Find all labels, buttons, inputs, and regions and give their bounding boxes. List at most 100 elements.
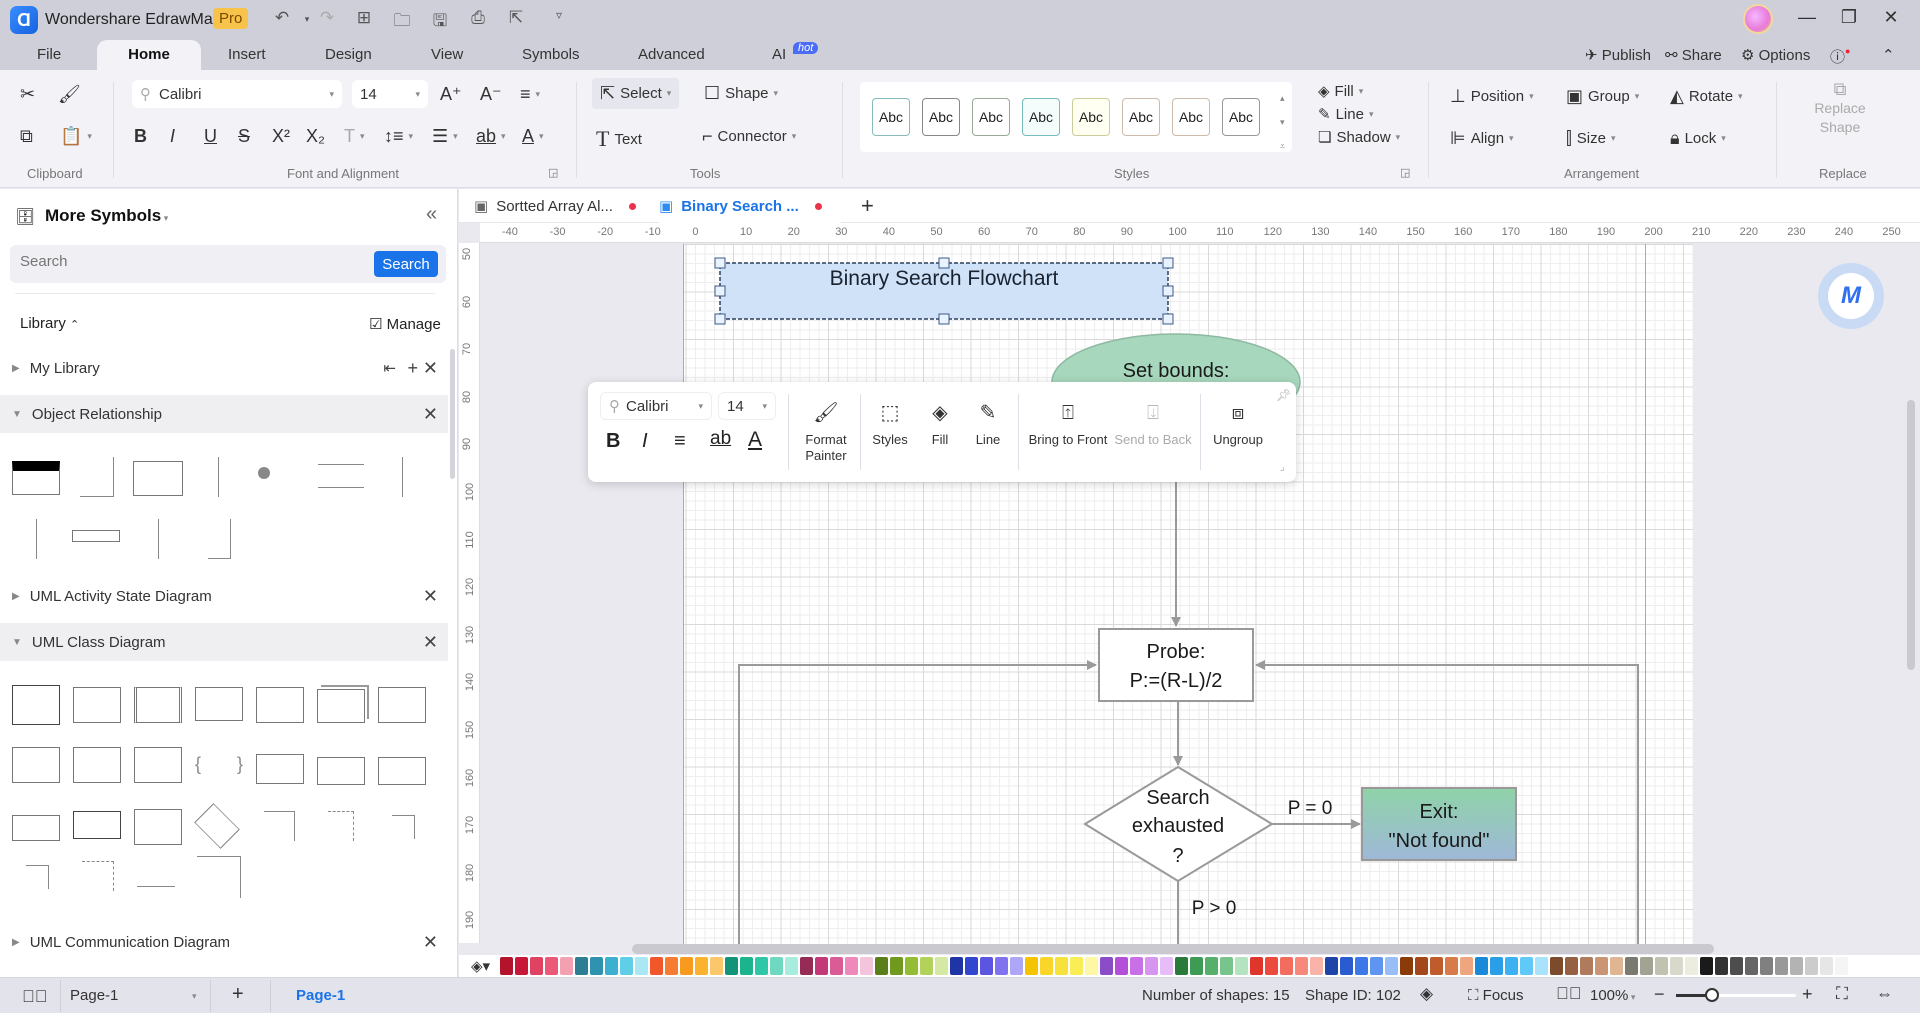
- style-swatch-4[interactable]: Abc: [1022, 98, 1060, 136]
- color-swatch[interactable]: [950, 957, 964, 975]
- horizontal-scrollbar[interactable]: [632, 944, 1714, 954]
- symbol-arrow-up[interactable]: [402, 457, 403, 497]
- text-align-button[interactable]: ≡ ▾: [520, 84, 540, 105]
- symbol-datatype[interactable]: [12, 747, 60, 783]
- color-swatch[interactable]: [1040, 957, 1054, 975]
- floating-highlight-button[interactable]: ab: [710, 428, 731, 450]
- zoom-slider-handle[interactable]: [1705, 988, 1719, 1002]
- floating-font-size-select[interactable]: 14 ▾: [718, 392, 776, 420]
- font-size-select[interactable]: 14 ▾: [352, 80, 428, 108]
- color-swatch[interactable]: [1730, 957, 1744, 975]
- pro-badge[interactable]: Pro: [213, 8, 249, 29]
- symbol-view[interactable]: [133, 461, 183, 496]
- color-swatch[interactable]: [995, 957, 1009, 975]
- color-swatch[interactable]: [1670, 957, 1684, 975]
- menu-tab-file[interactable]: File: [37, 46, 61, 70]
- menu-tab-view[interactable]: View: [431, 46, 463, 70]
- paste-button[interactable]: 📋 ▾: [60, 126, 92, 147]
- close-section-icon[interactable]: ✕: [423, 404, 438, 425]
- style-swatch-7[interactable]: Abc: [1172, 98, 1210, 136]
- close-window-button[interactable]: ✕: [1876, 7, 1906, 28]
- symbol-class-stereotype[interactable]: [195, 687, 243, 721]
- font-color-button[interactable]: A ▾: [522, 126, 544, 147]
- color-swatch[interactable]: [725, 957, 739, 975]
- superscript-button[interactable]: X²: [272, 126, 290, 147]
- section-object-relationship[interactable]: ▼ Object Relationship ✕: [0, 395, 448, 433]
- color-swatch[interactable]: [710, 957, 724, 975]
- options-button[interactable]: ⚙ Options: [1741, 46, 1810, 64]
- color-swatch[interactable]: [1175, 957, 1189, 975]
- section-my-library[interactable]: ▶ My Library ⇤ + ✕: [0, 349, 448, 387]
- floating-fill-button[interactable]: ◈ Fill: [920, 398, 960, 448]
- close-section-icon[interactable]: ✕: [423, 932, 438, 953]
- bullet-list-button[interactable]: ☰ ▾: [432, 126, 458, 147]
- resize-handle[interactable]: [1162, 313, 1174, 325]
- color-swatch[interactable]: [1280, 957, 1294, 975]
- color-swatch[interactable]: [1595, 957, 1609, 975]
- color-swatch[interactable]: [1820, 957, 1834, 975]
- symbol-diamond[interactable]: [194, 803, 240, 849]
- sidebar-scrollbar[interactable]: [450, 349, 455, 479]
- section-uml-communication[interactable]: ▶ UML Communication Diagram ✕: [0, 923, 448, 961]
- line-spacing-button[interactable]: ↕≡ ▾: [384, 126, 413, 147]
- menu-tab-insert[interactable]: Insert: [228, 46, 266, 70]
- help-icon[interactable]: ⓘ●: [1830, 46, 1850, 67]
- symbol-line-2[interactable]: [318, 487, 364, 488]
- color-swatch[interactable]: [1460, 957, 1474, 975]
- format-painter-button[interactable]: 🖌: [58, 84, 81, 105]
- pin-icon[interactable]: 📌︎: [1276, 388, 1291, 402]
- floating-italic-button[interactable]: I: [642, 430, 648, 453]
- color-swatch[interactable]: [1055, 957, 1069, 975]
- underline-button[interactable]: U: [204, 126, 217, 147]
- menu-tab-advanced[interactable]: Advanced: [638, 46, 705, 70]
- symbol-signal[interactable]: [73, 747, 121, 783]
- color-swatch[interactable]: [815, 957, 829, 975]
- color-swatch[interactable]: [1355, 957, 1369, 975]
- color-swatch[interactable]: [680, 957, 694, 975]
- play-icon[interactable]: ▶⃝: [1556, 984, 1582, 1004]
- color-swatch[interactable]: [590, 957, 604, 975]
- color-swatch[interactable]: [560, 957, 574, 975]
- text-tool-button[interactable]: T Text: [596, 126, 642, 152]
- style-swatch-6[interactable]: Abc: [1122, 98, 1160, 136]
- symbol-dashed-arrow[interactable]: [82, 861, 114, 891]
- color-swatch[interactable]: [1325, 957, 1339, 975]
- symbol-multi-class[interactable]: [317, 689, 365, 723]
- floating-styles-button[interactable]: ⬚ Styles: [866, 398, 914, 448]
- color-swatch[interactable]: [1580, 957, 1594, 975]
- symbol-directed-association[interactable]: [137, 886, 175, 887]
- symbol-link[interactable]: [26, 865, 48, 866]
- focus-button[interactable]: ⛶ Focus: [1468, 987, 1524, 1004]
- symbol-search-input[interactable]: [20, 253, 370, 270]
- color-swatch[interactable]: [1430, 957, 1444, 975]
- menu-tab-symbols[interactable]: Symbols: [522, 46, 580, 70]
- color-swatch[interactable]: [515, 957, 529, 975]
- color-swatch[interactable]: [1715, 957, 1729, 975]
- symbol-object[interactable]: [73, 811, 121, 839]
- align-button[interactable]: ⊫ Align ▾: [1450, 128, 1514, 149]
- color-swatch[interactable]: [1160, 957, 1174, 975]
- symbol-note[interactable]: [134, 809, 182, 845]
- color-swatch[interactable]: [1250, 957, 1264, 975]
- resize-handle[interactable]: [1162, 257, 1174, 269]
- color-swatch[interactable]: [1805, 957, 1819, 975]
- color-swatch[interactable]: [875, 957, 889, 975]
- color-swatch[interactable]: [1685, 957, 1699, 975]
- print-icon[interactable]: ⎙: [466, 8, 490, 28]
- resize-handle[interactable]: [1162, 285, 1174, 297]
- color-swatch[interactable]: [1205, 957, 1219, 975]
- symbol-package-2[interactable]: [317, 757, 365, 785]
- resize-handle[interactable]: [714, 285, 726, 297]
- style-gallery-scroll[interactable]: ▴ ▾ ⩡: [1280, 86, 1285, 158]
- resize-corner-icon[interactable]: ⌟: [1280, 462, 1285, 473]
- style-swatch-8[interactable]: Abc: [1222, 98, 1260, 136]
- symbol-line-1[interactable]: [318, 464, 364, 465]
- resize-handle[interactable]: [938, 313, 950, 325]
- color-swatch[interactable]: [1415, 957, 1429, 975]
- symbol-class-full[interactable]: [12, 685, 60, 725]
- color-swatch[interactable]: [665, 957, 679, 975]
- increase-font-button[interactable]: A⁺: [440, 84, 462, 105]
- color-swatch[interactable]: [755, 957, 769, 975]
- decrease-font-button[interactable]: A⁻: [480, 84, 502, 105]
- color-swatch[interactable]: [1385, 957, 1399, 975]
